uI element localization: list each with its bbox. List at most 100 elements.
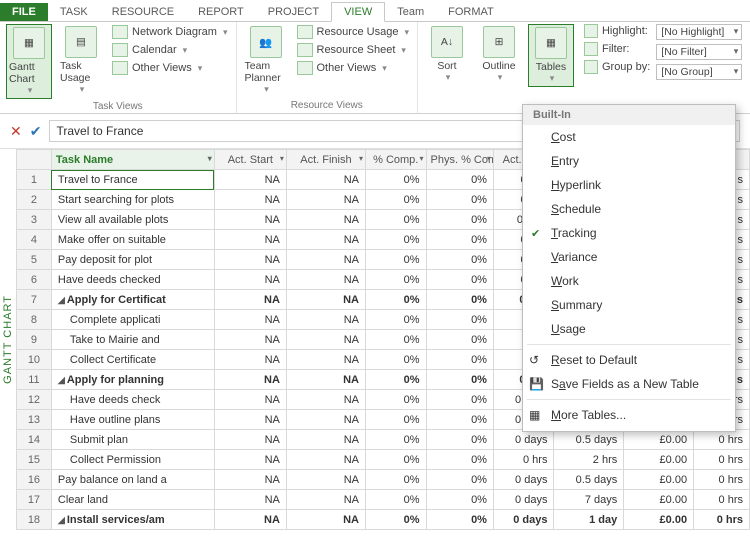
cell-task-name[interactable]: ◢Install services/am (51, 510, 214, 530)
menu-more-tables[interactable]: ▦More Tables... (523, 403, 735, 427)
cell-phys-pct[interactable]: 0% (426, 310, 493, 330)
cell-phys-pct[interactable]: 0% (426, 170, 493, 190)
cell-act-start[interactable]: NA (214, 230, 286, 250)
tab-team[interactable]: Team (385, 3, 436, 21)
row-number[interactable]: 7 (17, 290, 52, 310)
other-views-button[interactable]: Other Views▾ (110, 60, 230, 76)
cell-pct-comp[interactable]: 0% (366, 270, 427, 290)
tab-resource[interactable]: RESOURCE (100, 3, 186, 21)
cell-act-start[interactable]: NA (214, 310, 286, 330)
cell-phys-pct[interactable]: 0% (426, 270, 493, 290)
cell-act-finish[interactable]: NA (286, 250, 365, 270)
cell-act-finish[interactable]: NA (286, 350, 365, 370)
cell-task-name[interactable]: Complete applicati (51, 310, 214, 330)
cell-task-name[interactable]: Collect Permission (51, 450, 214, 470)
col-task-name[interactable]: Task Name▾ (51, 150, 214, 170)
cell-act-cost[interactable]: £0.00 (624, 430, 694, 450)
menu-item-summary[interactable]: Summary (523, 293, 735, 317)
cell-task-name[interactable]: ◢Apply for planning (51, 370, 214, 390)
cell-task-name[interactable]: Start searching for plots (51, 190, 214, 210)
cell-pct-comp[interactable]: 0% (366, 310, 427, 330)
col-pct-comp[interactable]: % Comp.▾ (366, 150, 427, 170)
cell-phys-pct[interactable]: 0% (426, 510, 493, 530)
calendar-button[interactable]: Calendar▾ (110, 42, 230, 58)
cell-act-finish[interactable]: NA (286, 390, 365, 410)
cell-phys-pct[interactable]: 0% (426, 490, 493, 510)
row-number[interactable]: 1 (17, 170, 52, 190)
cell-pct-comp[interactable]: 0% (366, 390, 427, 410)
cell-act-work[interactable]: 0 hrs (694, 510, 750, 530)
cell-task-name[interactable]: Travel to France (51, 170, 214, 190)
row-number[interactable]: 3 (17, 210, 52, 230)
cell-act-start[interactable]: NA (214, 450, 286, 470)
col-phys-pct[interactable]: Phys. % Comp.▾ (426, 150, 493, 170)
cell-act-cost[interactable]: £0.00 (624, 490, 694, 510)
row-number[interactable]: 9 (17, 330, 52, 350)
menu-item-work[interactable]: Work (523, 269, 735, 293)
cell-act-start[interactable]: NA (214, 510, 286, 530)
cell-task-name[interactable]: Submit plan (51, 430, 214, 450)
col-rownum[interactable] (17, 150, 52, 170)
cell-act-work[interactable]: 0 hrs (694, 450, 750, 470)
cell-pct-comp[interactable]: 0% (366, 350, 427, 370)
cell-act-finish[interactable]: NA (286, 170, 365, 190)
row-number[interactable]: 5 (17, 250, 52, 270)
row-number[interactable]: 15 (17, 450, 52, 470)
other-res-views-button[interactable]: Other Views▾ (295, 60, 411, 76)
cell-task-name[interactable]: ◢Apply for Certificat (51, 290, 214, 310)
resource-sheet-button[interactable]: Resource Sheet▾ (295, 42, 411, 58)
cell-pct-comp[interactable]: 0% (366, 210, 427, 230)
row-number[interactable]: 14 (17, 430, 52, 450)
menu-reset-default[interactable]: ↺Reset to Default (523, 348, 735, 372)
cell-act-finish[interactable]: NA (286, 410, 365, 430)
cell-phys-pct[interactable]: 0% (426, 330, 493, 350)
row-number[interactable]: 13 (17, 410, 52, 430)
cell-act-start[interactable]: NA (214, 190, 286, 210)
task-usage-button[interactable]: ▤ Task Usage▾ (58, 24, 104, 97)
cell-act-finish[interactable]: NA (286, 430, 365, 450)
cell-act-start[interactable]: NA (214, 350, 286, 370)
cell-rem-dur[interactable]: 0.5 days (554, 430, 624, 450)
cancel-entry-button[interactable]: ✕ (10, 123, 22, 140)
cell-pct-comp[interactable]: 0% (366, 450, 427, 470)
cell-task-name[interactable]: Make offer on suitable (51, 230, 214, 250)
cell-task-name[interactable]: Pay balance on land a (51, 470, 214, 490)
cell-act-start[interactable]: NA (214, 410, 286, 430)
cell-act-start[interactable]: NA (214, 370, 286, 390)
cell-act-start[interactable]: NA (214, 170, 286, 190)
cell-task-name[interactable]: Take to Mairie and (51, 330, 214, 350)
menu-item-schedule[interactable]: Schedule (523, 197, 735, 221)
resource-usage-button[interactable]: Resource Usage▾ (295, 24, 411, 40)
cell-phys-pct[interactable]: 0% (426, 370, 493, 390)
cell-task-name[interactable]: Have deeds checked (51, 270, 214, 290)
cell-pct-comp[interactable]: 0% (366, 170, 427, 190)
team-planner-button[interactable]: 👥 Team Planner▾ (243, 24, 289, 97)
cell-task-name[interactable]: View all available plots (51, 210, 214, 230)
row-number[interactable]: 10 (17, 350, 52, 370)
group-combo[interactable]: [No Group] (656, 64, 742, 80)
cell-pct-comp[interactable]: 0% (366, 190, 427, 210)
cell-rem-dur[interactable]: 0.5 days (554, 470, 624, 490)
cell-pct-comp[interactable]: 0% (366, 430, 427, 450)
cell-act-start[interactable]: NA (214, 290, 286, 310)
row-number[interactable]: 2 (17, 190, 52, 210)
cell-act-start[interactable]: NA (214, 390, 286, 410)
row-number[interactable]: 16 (17, 470, 52, 490)
cell-act-finish[interactable]: NA (286, 470, 365, 490)
menu-item-tracking[interactable]: ✔Tracking (523, 221, 735, 245)
cell-task-name[interactable]: Have deeds check (51, 390, 214, 410)
network-diagram-button[interactable]: Network Diagram▾ (110, 24, 230, 40)
menu-save-fields[interactable]: 💾Save Fields as a New Table (523, 372, 735, 396)
cell-phys-pct[interactable]: 0% (426, 250, 493, 270)
tab-format[interactable]: FORMAT (436, 3, 506, 21)
col-act-start[interactable]: Act. Start▾ (214, 150, 286, 170)
cell-task-name[interactable]: Clear land (51, 490, 214, 510)
cell-pct-comp[interactable]: 0% (366, 290, 427, 310)
cell-pct-comp[interactable]: 0% (366, 490, 427, 510)
cell-act-start[interactable]: NA (214, 210, 286, 230)
cell-phys-pct[interactable]: 0% (426, 190, 493, 210)
gantt-chart-button[interactable]: ▦ Gantt Chart▾ (6, 24, 52, 99)
cell-act-cost[interactable]: £0.00 (624, 450, 694, 470)
tab-project[interactable]: PROJECT (256, 3, 331, 21)
row-number[interactable]: 11 (17, 370, 52, 390)
